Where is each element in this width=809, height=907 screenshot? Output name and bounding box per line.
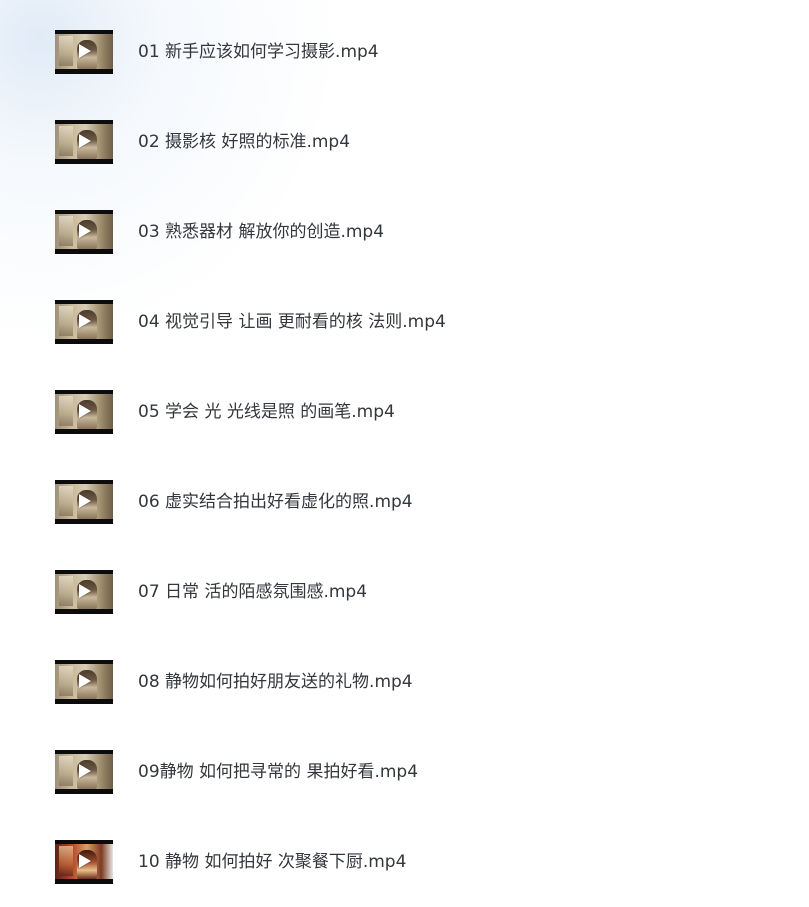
file-name: 03 熟悉器材 解放你的创造.mp4	[138, 222, 385, 242]
video-thumbnail	[55, 120, 113, 164]
file-list: 01 新手应该如何学习摄影.mp4 02 摄影核 好照的标准.mp4 03 熟悉…	[0, 0, 809, 907]
file-name: 07 日常 活的陌感氛围感.mp4	[138, 582, 368, 602]
video-thumbnail	[55, 30, 113, 74]
file-name: 08 静物如何拍好朋友送的礼物.mp4	[138, 672, 413, 692]
file-item[interactable]: 08 静物如何拍好朋友送的礼物.mp4	[0, 652, 560, 712]
file-item[interactable]: 03 熟悉器材 解放你的创造.mp4	[0, 202, 560, 262]
play-icon	[79, 404, 91, 418]
video-thumbnail	[55, 570, 113, 614]
file-name: 04 视觉引导 让画 更耐看的核 法则.mp4	[138, 312, 446, 332]
file-item[interactable]: 06 虚实结合拍出好看虚化的照.mp4	[0, 472, 560, 532]
play-icon	[79, 44, 91, 58]
file-item[interactable]: 07 日常 活的陌感氛围感.mp4	[0, 562, 560, 622]
play-icon	[79, 854, 91, 868]
video-thumbnail	[55, 660, 113, 704]
file-name: 05 学会 光 光线是照 的画笔.mp4	[138, 402, 395, 422]
file-item[interactable]: 05 学会 光 光线是照 的画笔.mp4	[0, 382, 560, 442]
file-item[interactable]: 02 摄影核 好照的标准.mp4	[0, 112, 560, 172]
video-thumbnail	[55, 300, 113, 344]
play-icon	[79, 674, 91, 688]
video-thumbnail	[55, 750, 113, 794]
file-item[interactable]: 04 视觉引导 让画 更耐看的核 法则.mp4	[0, 292, 560, 352]
play-icon	[79, 584, 91, 598]
play-icon	[79, 764, 91, 778]
file-item[interactable]: 01 新手应该如何学习摄影.mp4	[0, 22, 560, 82]
file-name: 06 虚实结合拍出好看虚化的照.mp4	[138, 492, 413, 512]
play-icon	[79, 224, 91, 238]
video-thumbnail	[55, 840, 113, 884]
video-thumbnail	[55, 390, 113, 434]
play-icon	[79, 314, 91, 328]
file-item[interactable]: 10 静物 如何拍好 次聚餐下厨.mp4	[0, 832, 560, 892]
video-thumbnail	[55, 210, 113, 254]
play-icon	[79, 494, 91, 508]
file-name: 09静物 如何把寻常的 果拍好看.mp4	[138, 762, 419, 782]
file-name: 10 静物 如何拍好 次聚餐下厨.mp4	[138, 852, 407, 872]
play-icon	[79, 134, 91, 148]
file-name: 02 摄影核 好照的标准.mp4	[138, 132, 351, 152]
file-name: 01 新手应该如何学习摄影.mp4	[138, 42, 379, 62]
video-thumbnail	[55, 480, 113, 524]
file-item[interactable]: 09静物 如何把寻常的 果拍好看.mp4	[0, 742, 560, 802]
